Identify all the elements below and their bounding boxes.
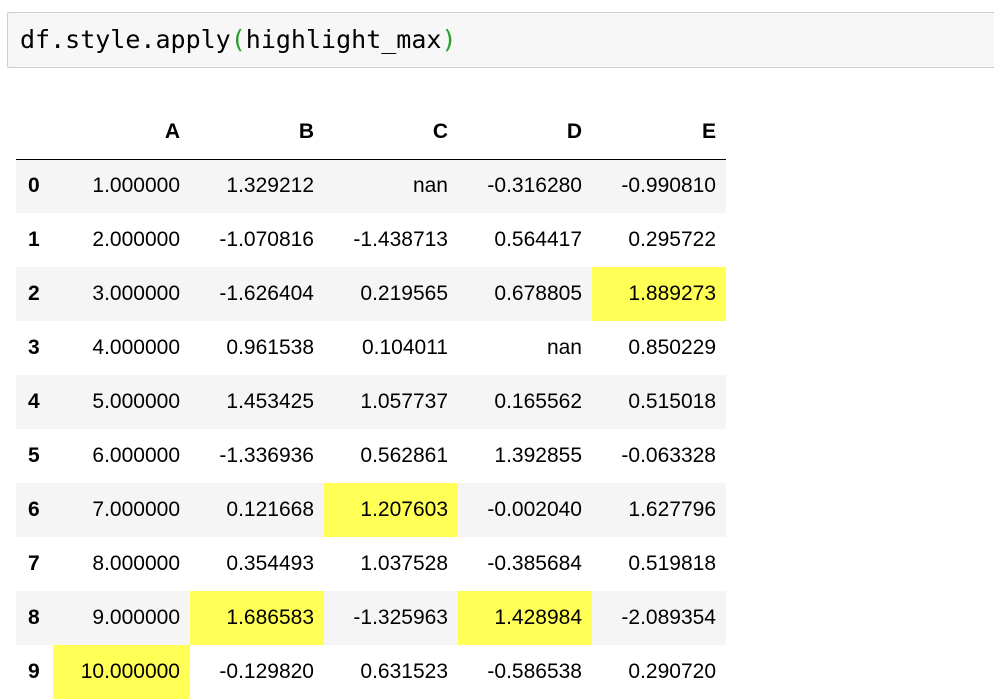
table-cell: -0.385684 bbox=[487, 552, 582, 575]
row-index: 4 bbox=[28, 390, 40, 413]
row-index: 0 bbox=[28, 174, 40, 198]
table-row: 5 6.000000 -1.336936 0.562861 1.392855 -0.063… bbox=[16, 429, 726, 483]
table-row: 6 7.000000 0.121668 1.207603 -0.002040 1.6277… bbox=[16, 483, 726, 537]
row-index: 7 bbox=[28, 552, 40, 575]
table-cell-highlighted: 1.428984 bbox=[458, 591, 592, 645]
table-cell: nan bbox=[412, 174, 448, 198]
table-cell: 8.000000 bbox=[92, 552, 180, 575]
table-cell: -0.316280 bbox=[487, 174, 582, 198]
table-cell: 0.290720 bbox=[628, 660, 716, 683]
table-cell: 0.961538 bbox=[226, 336, 314, 359]
table-cell: 7.000000 bbox=[92, 498, 180, 521]
table-row: 8 9.000000 1.686583 -1.325963 1.428984 -2.089… bbox=[16, 591, 726, 645]
code-argument: highlight_max bbox=[245, 25, 442, 54]
table-cell: 0.562861 bbox=[360, 444, 448, 467]
table-cell: -0.063328 bbox=[621, 444, 716, 467]
table-row: 4 5.000000 1.453425 1.057737 0.165562 0.51501… bbox=[16, 375, 726, 429]
header-row: A B C D E bbox=[16, 105, 726, 160]
table-cell: -0.586538 bbox=[487, 660, 582, 683]
table-cell: 0.121668 bbox=[226, 498, 314, 521]
table-cell: 4.000000 bbox=[92, 336, 180, 359]
table-cell: -1.070816 bbox=[219, 228, 314, 251]
table-cell: -0.129820 bbox=[219, 660, 314, 683]
table-cell: 0.850229 bbox=[628, 336, 716, 359]
code-cell-input[interactable]: df.style.apply(highlight_max) bbox=[7, 12, 994, 68]
row-index: 3 bbox=[28, 336, 40, 359]
row-index: 6 bbox=[28, 498, 40, 521]
table-cell-highlighted: 1.207603 bbox=[324, 483, 458, 537]
table-cell: nan bbox=[546, 336, 582, 359]
table-cell: 0.519818 bbox=[628, 552, 716, 575]
table-cell: -1.336936 bbox=[219, 444, 314, 467]
table-cell: 5.000000 bbox=[92, 390, 180, 413]
table-cell: -1.325963 bbox=[353, 606, 448, 629]
table-cell: 1.392855 bbox=[494, 444, 582, 467]
table-cell: 1.037528 bbox=[360, 552, 448, 575]
column-header-a: A bbox=[53, 105, 190, 160]
table-row: 3 4.000000 0.961538 0.104011 nan 0.850229 bbox=[16, 321, 726, 375]
table-cell: -0.002040 bbox=[487, 498, 582, 521]
table-cell: 1.000000 bbox=[92, 174, 180, 198]
row-index: 5 bbox=[28, 444, 40, 467]
table-cell: 1.453425 bbox=[226, 390, 314, 413]
table-cell: 3.000000 bbox=[92, 282, 180, 305]
table-cell: 0.295722 bbox=[628, 228, 716, 251]
column-header-c: C bbox=[324, 105, 458, 160]
open-paren: ( bbox=[230, 25, 246, 54]
table-cell-highlighted: 1.686583 bbox=[190, 591, 324, 645]
row-index: 1 bbox=[28, 228, 40, 251]
table-cell: 0.219565 bbox=[360, 282, 448, 305]
table-cell: 6.000000 bbox=[92, 444, 180, 467]
row-index: 8 bbox=[28, 606, 40, 629]
table-cell: -1.438713 bbox=[353, 228, 448, 251]
table-cell: 2.000000 bbox=[92, 228, 180, 251]
row-index: 2 bbox=[28, 282, 40, 305]
table-cell: 0.165562 bbox=[494, 390, 582, 413]
table-cell: 1.057737 bbox=[360, 390, 448, 413]
table-cell: -1.626404 bbox=[219, 282, 314, 305]
table-cell: -0.990810 bbox=[621, 174, 716, 198]
table-row: 1 2.000000 -1.070816 -1.438713 0.564417 0.295… bbox=[16, 213, 726, 267]
close-paren: ) bbox=[441, 25, 457, 54]
table-row: 9 10.000000 -0.129820 0.631523 -0.586538 0.29… bbox=[16, 645, 726, 699]
table-row: 2 3.000000 -1.626404 0.219565 0.678805 1.8892… bbox=[16, 267, 726, 321]
table-cell: -2.089354 bbox=[621, 606, 716, 629]
table-cell: 0.678805 bbox=[494, 282, 582, 305]
code-text: df.style.apply bbox=[20, 25, 231, 54]
table-cell: 1.627796 bbox=[628, 498, 716, 521]
table-row: 0 1.000000 1.329212 nan -0.316280 -0.990810 bbox=[16, 159, 726, 213]
table-cell: 0.104011 bbox=[361, 336, 448, 359]
table-cell: 0.564417 bbox=[494, 228, 582, 251]
column-header-e: E bbox=[592, 105, 726, 160]
table-cell-highlighted: 10.000000 bbox=[53, 645, 190, 699]
column-header-b: B bbox=[190, 105, 324, 160]
table-row: 7 8.000000 0.354493 1.037528 -0.385684 0.5198… bbox=[16, 537, 726, 591]
index-header bbox=[16, 105, 53, 160]
column-header-d: D bbox=[458, 105, 592, 160]
table-cell: 0.631523 bbox=[360, 660, 448, 683]
table-cell: 1.329212 bbox=[226, 174, 314, 198]
table-cell: 9.000000 bbox=[92, 606, 180, 629]
dataframe-table: A B C D E 0 1.000000 1.329212 nan -0.316280 -… bbox=[16, 105, 726, 699]
row-index: 9 bbox=[28, 660, 40, 683]
table-cell: 0.354493 bbox=[226, 552, 314, 575]
table-cell-highlighted: 1.889273 bbox=[592, 267, 726, 321]
table-cell: 0.515018 bbox=[628, 390, 716, 413]
